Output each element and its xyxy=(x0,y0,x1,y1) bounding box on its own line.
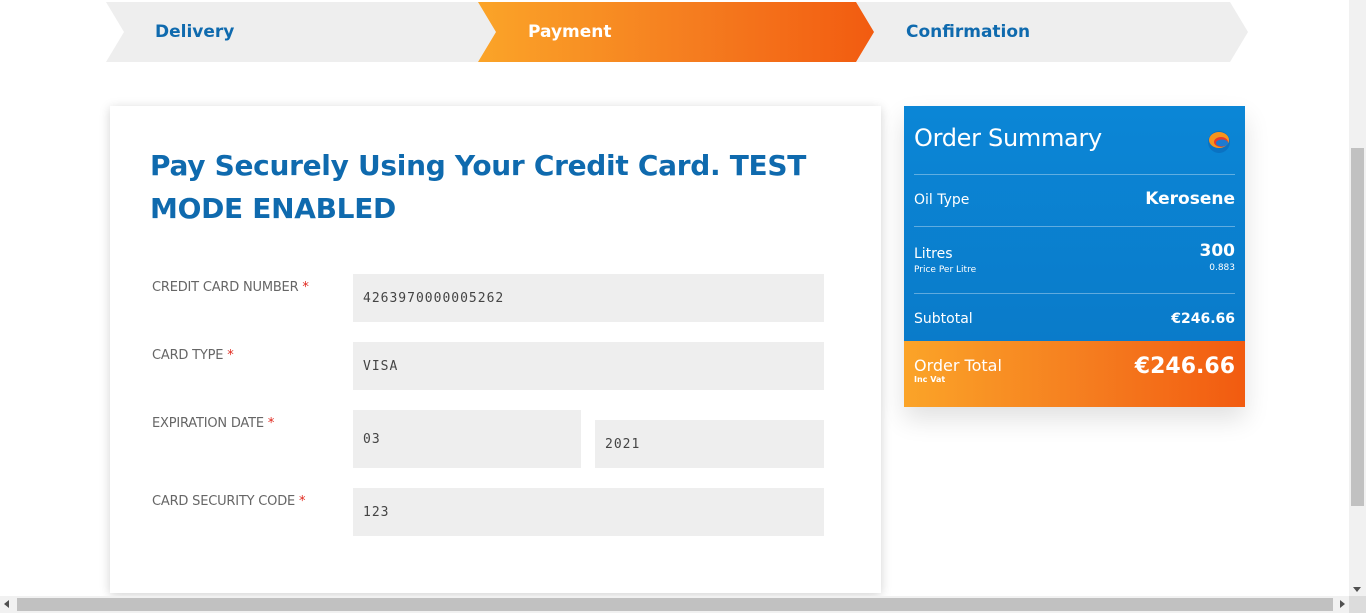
litres-value: 300 xyxy=(1199,241,1236,261)
required-marker: * xyxy=(302,280,309,295)
price-per-litre-label: Price Per Litre xyxy=(914,265,977,275)
step-payment-label: Payment xyxy=(528,22,612,42)
checkout-steps: Delivery Payment Confirmation xyxy=(106,2,1248,62)
required-marker: * xyxy=(267,416,275,431)
step-confirmation[interactable]: Confirmation xyxy=(856,2,1248,62)
subtotal-value: €246.66 xyxy=(1171,311,1235,327)
card-type-select[interactable]: VISA xyxy=(353,342,824,390)
horizontal-scrollbar-thumb[interactable] xyxy=(17,598,1333,611)
summary-divider xyxy=(914,293,1235,294)
summary-divider xyxy=(914,174,1235,175)
card-number-label: CREDIT CARD NUMBER * xyxy=(152,280,309,295)
vertical-scrollbar[interactable] xyxy=(1349,0,1366,596)
brand-logo-icon xyxy=(1208,131,1230,153)
price-per-litre-value: 0.883 xyxy=(1209,263,1235,273)
security-code-input[interactable]: 123 xyxy=(353,488,824,536)
card-type-label-text: CARD TYPE xyxy=(152,348,224,363)
card-number-input[interactable]: 4263970000005262 xyxy=(353,274,824,322)
step-payment[interactable]: Payment xyxy=(478,2,876,62)
step-delivery[interactable]: Delivery xyxy=(106,2,500,62)
summary-divider xyxy=(914,226,1235,227)
litres-label: Litres xyxy=(914,246,953,262)
expiration-date-label: EXPIRATION DATE * xyxy=(152,416,274,431)
step-delivery-label: Delivery xyxy=(155,22,235,42)
order-summary-panel: Order Summary Oil Type Kerosene Litres P… xyxy=(904,106,1245,407)
order-total-label: Order Total xyxy=(914,356,1002,375)
step-confirmation-label: Confirmation xyxy=(906,22,1031,42)
scroll-down-arrow-icon[interactable] xyxy=(1353,587,1361,592)
inc-vat-label: Inc Vat xyxy=(914,375,946,384)
payment-form-title: Pay Securely Using Your Credit Card. TES… xyxy=(150,149,807,225)
payment-form-card: Pay Securely Using Your Credit Card. TES… xyxy=(110,106,881,593)
order-total-bar: Order Total Inc Vat €246.66 xyxy=(904,341,1245,407)
oil-type-value: Kerosene xyxy=(1145,189,1235,209)
required-marker: * xyxy=(227,348,234,363)
order-summary-title: Order Summary xyxy=(914,124,1102,152)
expiration-date-label-text: EXPIRATION DATE xyxy=(152,416,264,431)
vertical-scrollbar-thumb[interactable] xyxy=(1351,148,1364,506)
subtotal-label: Subtotal xyxy=(914,311,973,327)
oil-type-label: Oil Type xyxy=(914,192,970,208)
scroll-left-arrow-icon[interactable] xyxy=(4,600,9,608)
scrollbar-corner xyxy=(1349,596,1366,613)
order-total-value: €246.66 xyxy=(1134,354,1235,379)
card-number-label-text: CREDIT CARD NUMBER xyxy=(152,280,299,295)
card-type-label: CARD TYPE * xyxy=(152,348,234,363)
security-code-label: CARD SECURITY CODE * xyxy=(152,494,306,509)
expiration-month-select[interactable]: 03 xyxy=(353,410,581,468)
required-marker: * xyxy=(299,494,306,509)
security-code-label-text: CARD SECURITY CODE xyxy=(152,494,296,509)
scroll-right-arrow-icon[interactable] xyxy=(1340,600,1345,608)
expiration-year-select[interactable]: 2021 xyxy=(595,420,824,468)
horizontal-scrollbar[interactable] xyxy=(0,596,1366,613)
